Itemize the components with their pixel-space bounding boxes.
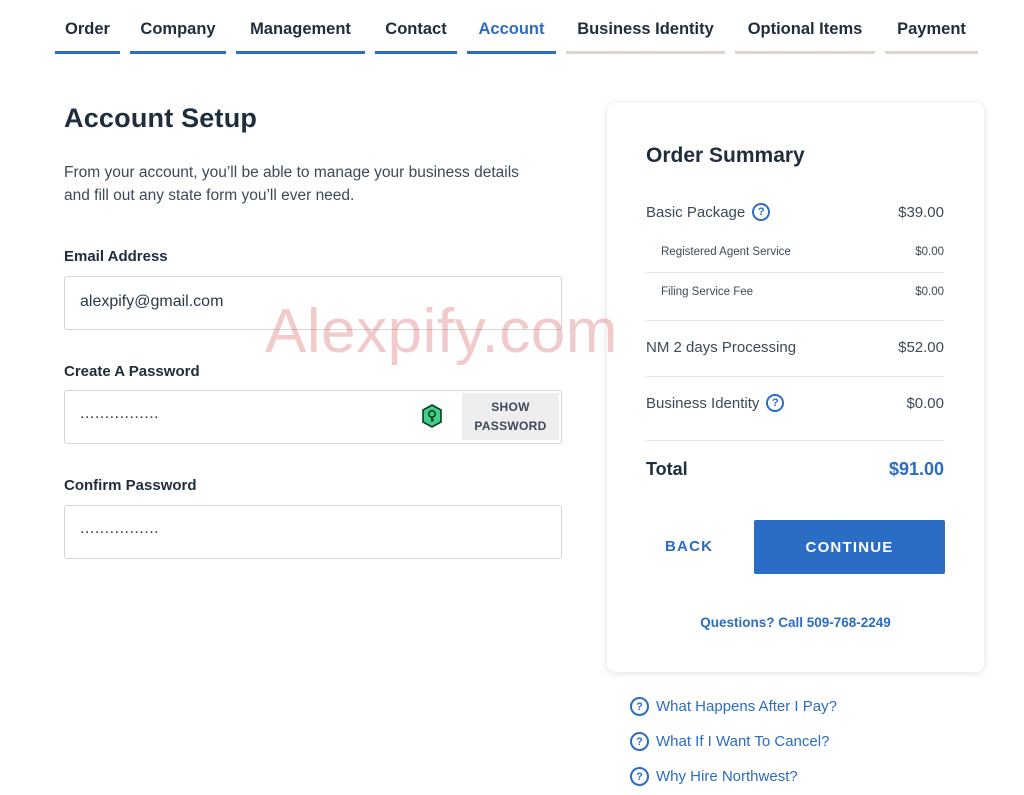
password-label: Create A Password <box>64 363 200 380</box>
step-tabs: Order Company Management Contact Account… <box>55 16 978 54</box>
password-manager-key-icon[interactable] <box>421 404 443 428</box>
basic-package-price: $39.00 <box>898 203 944 221</box>
total-price: $91.00 <box>888 459 944 479</box>
email-field[interactable]: alexpify@gmail.com <box>64 276 562 330</box>
divider <box>646 320 944 321</box>
page-title: Account Setup <box>64 103 258 133</box>
summary-row-basic-package: Basic Package? $39.00 <box>646 203 944 221</box>
help-icon: ? <box>630 697 649 716</box>
registered-agent-price: $0.00 <box>915 246 944 258</box>
summary-row-total: Total $91.00 <box>646 459 944 480</box>
help-icon: ? <box>630 767 649 786</box>
intro-text: From your account, you’ll be able to man… <box>64 164 519 204</box>
confirm-password-label: Confirm Password <box>64 477 197 494</box>
tab-payment[interactable]: Payment <box>885 16 978 54</box>
order-summary-title: Order Summary <box>646 144 805 167</box>
back-button[interactable]: BACK <box>665 538 713 555</box>
confirm-password-value: ................ <box>80 520 160 537</box>
password-field[interactable]: ................ SHOW PASSWORD <box>64 390 562 444</box>
show-password-line1: SHOW <box>491 399 530 414</box>
tab-optional-items[interactable]: Optional Items <box>735 16 875 54</box>
tab-business-identity[interactable]: Business Identity <box>566 16 725 54</box>
email-label: Email Address <box>64 248 168 265</box>
processing-label: NM 2 days Processing <box>646 339 797 356</box>
email-value: alexpify@gmail.com <box>80 293 224 310</box>
show-password-line2: PASSWORD <box>474 418 547 433</box>
basic-package-label: Basic Package <box>646 203 746 221</box>
show-password-button[interactable]: SHOW PASSWORD <box>462 393 559 440</box>
order-summary-card: Order Summary Basic Package? $39.00 Regi… <box>607 103 984 672</box>
divider <box>646 272 944 273</box>
tab-management[interactable]: Management <box>236 16 365 54</box>
summary-row-filing-fee: Filing Service Fee $0.00 <box>646 286 944 298</box>
summary-row-registered-agent: Registered Agent Service $0.00 <box>646 246 944 258</box>
support-phone-link[interactable]: Questions? Call 509-768-2249 <box>607 615 984 630</box>
business-identity-label: Business Identity <box>646 394 760 412</box>
summary-row-processing: NM 2 days Processing $52.00 <box>646 339 944 356</box>
tab-account[interactable]: Account <box>467 16 556 54</box>
filing-fee-label: Filing Service Fee <box>661 286 754 298</box>
business-identity-price: $0.00 <box>906 394 944 412</box>
filing-fee-price: $0.00 <box>915 286 944 298</box>
password-value: ................ <box>80 405 160 422</box>
faq-link-why-hire[interactable]: ? Why Hire Northwest? <box>630 767 798 786</box>
faq-link-cancel[interactable]: ? What If I Want To Cancel? <box>630 732 829 751</box>
processing-price: $52.00 <box>898 339 944 356</box>
tab-order[interactable]: Order <box>55 16 120 54</box>
faq-link-label: What Happens After I Pay? <box>656 698 837 715</box>
faq-link-label: Why Hire Northwest? <box>656 768 798 785</box>
tab-company[interactable]: Company <box>130 16 226 54</box>
divider <box>646 440 944 441</box>
registered-agent-label: Registered Agent Service <box>661 246 791 258</box>
total-label: Total <box>646 459 688 479</box>
summary-row-business-identity: Business Identity? $0.00 <box>646 394 944 412</box>
help-icon[interactable]: ? <box>766 394 785 412</box>
divider <box>646 376 944 377</box>
help-icon: ? <box>630 732 649 751</box>
faq-link-after-pay[interactable]: ? What Happens After I Pay? <box>630 697 837 716</box>
tab-contact[interactable]: Contact <box>375 16 457 54</box>
help-icon[interactable]: ? <box>752 203 771 221</box>
faq-link-label: What If I Want To Cancel? <box>656 733 830 750</box>
continue-button[interactable]: CONTINUE <box>754 520 945 574</box>
confirm-password-field[interactable]: ................ <box>64 505 562 559</box>
